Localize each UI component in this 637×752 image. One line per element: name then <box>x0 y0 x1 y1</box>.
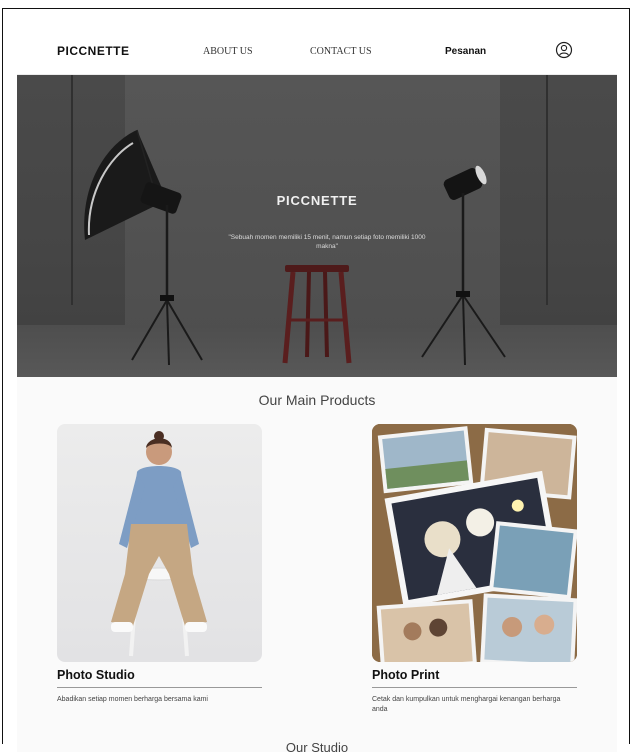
product-card-photo-print[interactable]: Photo Print Cetak dan kumpulkan untuk me… <box>372 424 577 715</box>
web-page: PICCNETTE ABOUT US CONTACT US Pesanan PI… <box>17 28 617 752</box>
product-image-photo-studio[interactable] <box>57 424 262 662</box>
nav-link-orders[interactable]: Pesanan <box>445 46 486 57</box>
product-image-photo-print[interactable] <box>372 424 577 662</box>
studio-scene-illustration <box>71 75 548 366</box>
stool-icon <box>282 265 352 364</box>
product-name[interactable]: Photo Print <box>372 668 577 688</box>
top-navigation: PICCNETTE ABOUT US CONTACT US Pesanan <box>17 28 617 75</box>
product-name[interactable]: Photo Studio <box>57 668 262 688</box>
hero-title: PICCNETTE <box>276 193 358 208</box>
nav-link-contact[interactable]: CONTACT US <box>310 46 372 57</box>
brand-logo[interactable]: PICCNETTE <box>57 44 130 58</box>
woman-portrait-illustration <box>111 431 207 657</box>
hero-banner: PICCNETTE "Sebuah momen memiliki 15 meni… <box>17 75 617 377</box>
product-description: Abadikan setiap momen berharga bersama k… <box>57 696 208 703</box>
photo-prints-illustration <box>372 424 577 662</box>
product-card-photo-studio[interactable]: Photo Studio Abadikan setiap momen berha… <box>57 424 262 705</box>
user-icon[interactable] <box>555 41 573 59</box>
studio-heading: Our Studio <box>285 740 349 752</box>
umbrella-light-icon <box>84 129 203 366</box>
products-heading: Our Main Products <box>258 392 376 408</box>
product-description: Cetak dan kumpulkan untuk menghargai ken… <box>372 696 561 713</box>
hero-quote: "Sebuah momen memiliki 15 menit, namun s… <box>228 234 426 250</box>
nav-link-about[interactable]: ABOUT US <box>203 46 253 57</box>
